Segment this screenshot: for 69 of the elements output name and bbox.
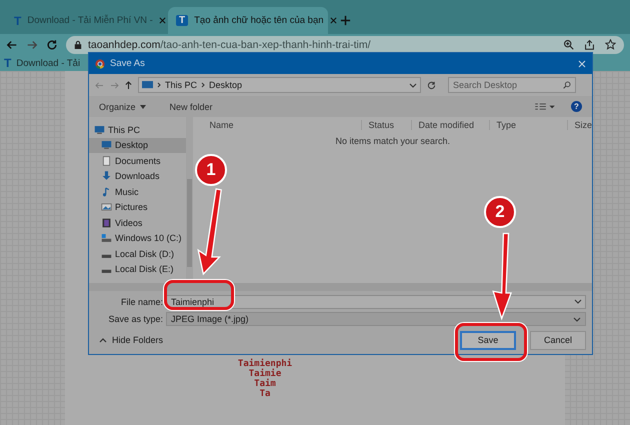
sidebar-item[interactable]: Videos bbox=[89, 215, 186, 230]
browser-logo-icon bbox=[95, 58, 105, 68]
sidebar-item[interactable]: Windows 10 (C:) bbox=[89, 230, 186, 246]
file-name-field[interactable]: Taimienphi bbox=[166, 295, 586, 309]
share-icon[interactable] bbox=[584, 39, 595, 50]
toolbar-button[interactable]: New folder bbox=[170, 102, 213, 112]
field-label: File name: bbox=[120, 297, 163, 307]
empty-message: No items match your search. bbox=[334, 136, 452, 146]
document-icon bbox=[101, 156, 112, 166]
column-header[interactable]: Status bbox=[361, 120, 412, 130]
lock-icon bbox=[74, 40, 82, 50]
file-type-dropdown[interactable]: JPEG Image (*.jpg) bbox=[166, 312, 586, 326]
sidebar-item[interactable]: Music bbox=[89, 184, 186, 200]
sidebar-item[interactable]: Desktop bbox=[89, 138, 186, 153]
column-header[interactable]: Date modified bbox=[411, 120, 490, 130]
close-icon[interactable] bbox=[158, 17, 166, 24]
toolbar-button[interactable]: Organize bbox=[99, 102, 146, 112]
cancel-button[interactable]: Cancel bbox=[530, 330, 586, 350]
monitor-icon bbox=[142, 81, 153, 89]
sidebar-item[interactable]: Local Disk (D:) bbox=[89, 246, 186, 262]
column-header[interactable]: Size bbox=[567, 120, 592, 130]
help-icon[interactable]: ? bbox=[571, 101, 582, 112]
save-button[interactable]: Save bbox=[460, 330, 516, 350]
music-note-icon bbox=[101, 186, 112, 197]
dropdown-icon[interactable] bbox=[409, 82, 417, 88]
caret-icon bbox=[140, 104, 146, 108]
dropdown-icon[interactable] bbox=[574, 299, 582, 304]
chevron-icon bbox=[157, 82, 161, 88]
sidebar-item[interactable]: Local Disk (E:) bbox=[89, 262, 186, 277]
close-icon[interactable] bbox=[330, 17, 337, 24]
text-line: Ta bbox=[260, 389, 270, 399]
bookmark[interactable]: T Download - Tải bbox=[4, 56, 80, 70]
breadcrumb-bar[interactable]: This PC Desktop bbox=[138, 77, 421, 93]
scrollbar[interactable] bbox=[89, 283, 592, 291]
text-line: Taimie bbox=[248, 369, 282, 379]
sidebar-item[interactable]: Pictures bbox=[89, 200, 186, 215]
up-icon[interactable] bbox=[125, 80, 132, 90]
sidebar-item[interactable]: This PC bbox=[89, 122, 186, 138]
view-options-icon[interactable] bbox=[535, 102, 555, 110]
column-header[interactable]: Type bbox=[489, 120, 568, 130]
new-tab-icon[interactable] bbox=[340, 15, 351, 26]
sidebar-item[interactable]: Documents bbox=[89, 153, 186, 168]
refresh-icon[interactable] bbox=[427, 80, 436, 90]
highlight-frame bbox=[164, 280, 234, 310]
monitor-icon bbox=[94, 124, 105, 135]
hide-folders-button[interactable]: Hide Folders bbox=[99, 335, 164, 345]
picture-icon bbox=[101, 202, 112, 212]
drive-icon bbox=[101, 233, 112, 244]
star-icon[interactable] bbox=[605, 39, 616, 50]
column-header[interactable]: Name bbox=[193, 120, 362, 130]
text-line: Taim bbox=[254, 379, 276, 389]
address-field[interactable]: taoanhdep.com/tao-anh-ten-cua-ban-xep-thanh-hinh-trai-tim/ bbox=[66, 36, 624, 54]
chevron-icon bbox=[201, 82, 206, 88]
film-icon bbox=[101, 218, 112, 228]
text-line: Taimienphi bbox=[238, 359, 292, 369]
forward-icon[interactable] bbox=[26, 38, 38, 50]
dialog-title: Save As bbox=[110, 58, 145, 69]
back-icon[interactable] bbox=[6, 38, 18, 50]
down-arrow-icon bbox=[101, 171, 112, 182]
sidebar-item[interactable]: Downloads bbox=[89, 168, 186, 184]
dropdown-icon[interactable] bbox=[573, 316, 581, 322]
zoom-icon[interactable] bbox=[563, 39, 574, 50]
monitor-icon bbox=[101, 140, 112, 150]
caret-icon bbox=[99, 338, 107, 342]
search-icon bbox=[563, 81, 571, 89]
field-label: Save as type: bbox=[107, 314, 163, 324]
highlight-frame bbox=[455, 323, 527, 361]
reload-icon[interactable] bbox=[46, 38, 58, 50]
search-field[interactable]: Search Desktop bbox=[448, 77, 576, 93]
